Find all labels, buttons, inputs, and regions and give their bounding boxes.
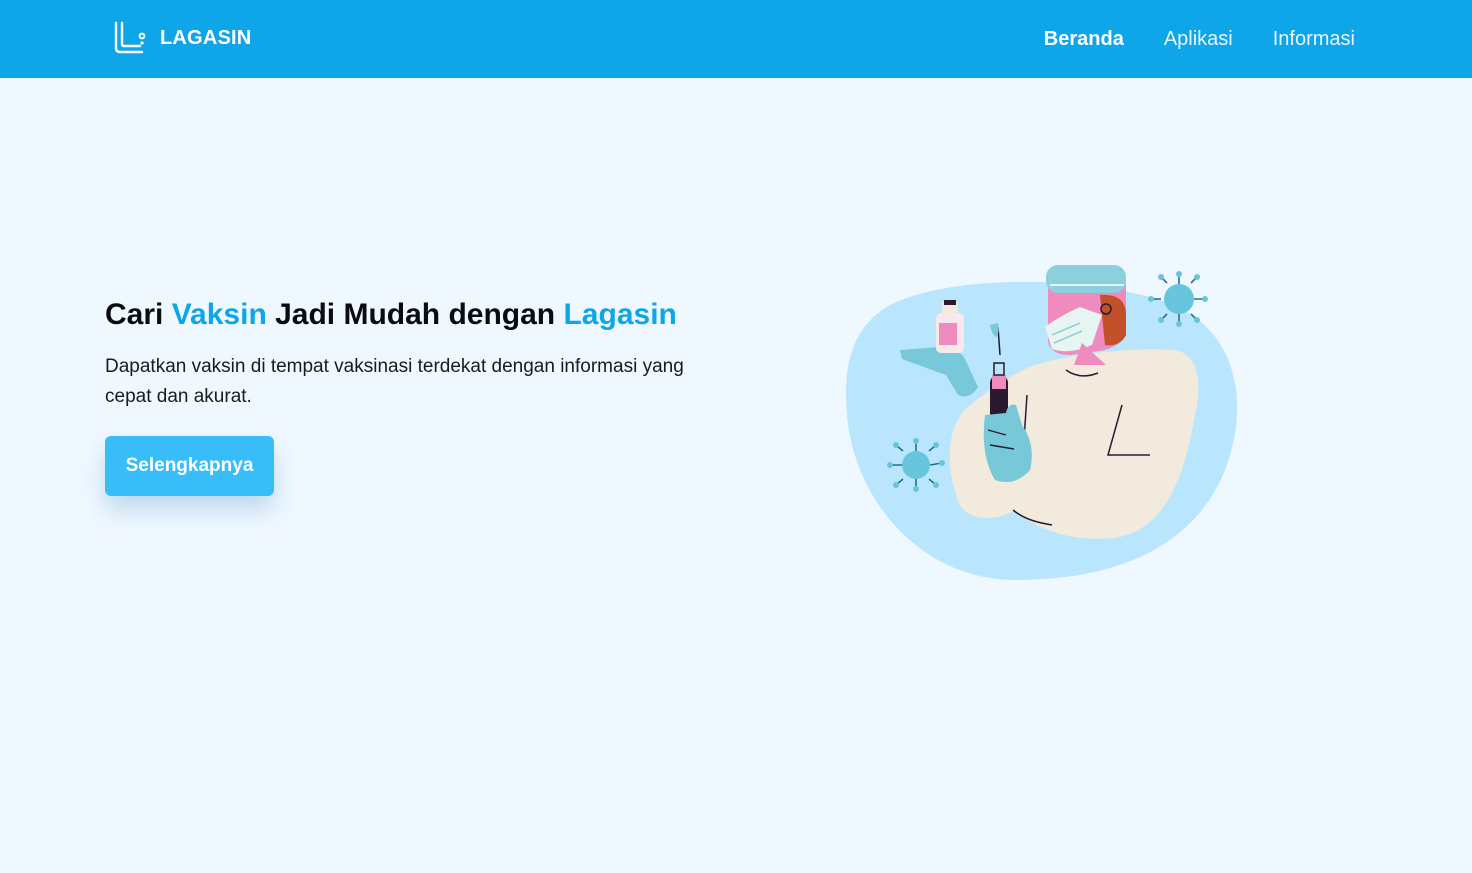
main-nav: Beranda Aplikasi Informasi xyxy=(1044,0,1355,78)
brand-name: LAGASIN xyxy=(160,26,252,49)
nav-beranda[interactable]: Beranda xyxy=(1044,28,1124,51)
nav-informasi[interactable]: Informasi xyxy=(1273,28,1355,51)
hero-section: Cari Vaksin Jadi Mudah dengan Lagasin Da… xyxy=(105,294,745,412)
hero-title-accent-vaksin: Vaksin xyxy=(171,298,267,331)
selengkapnya-button[interactable]: Selengkapnya xyxy=(105,436,274,496)
nav-aplikasi[interactable]: Aplikasi xyxy=(1164,28,1233,51)
hero-title-accent-lagasin: Lagasin xyxy=(563,298,677,331)
top-navbar: LAGASIN Beranda Aplikasi Informasi xyxy=(0,0,1472,78)
vaccine-doctor-illustration xyxy=(845,265,1238,580)
hero-title-part1: Cari xyxy=(105,298,172,331)
hero-title-part2: Jadi Mudah dengan xyxy=(266,298,564,331)
brand-logo-link[interactable]: LAGASIN xyxy=(112,20,251,56)
lagasin-logo-icon xyxy=(114,21,146,54)
hero-description: Dapatkan vaksin di tempat vaksinasi terd… xyxy=(105,356,684,407)
hero-title: Cari Vaksin Jadi Mudah dengan Lagasin xyxy=(105,294,745,336)
